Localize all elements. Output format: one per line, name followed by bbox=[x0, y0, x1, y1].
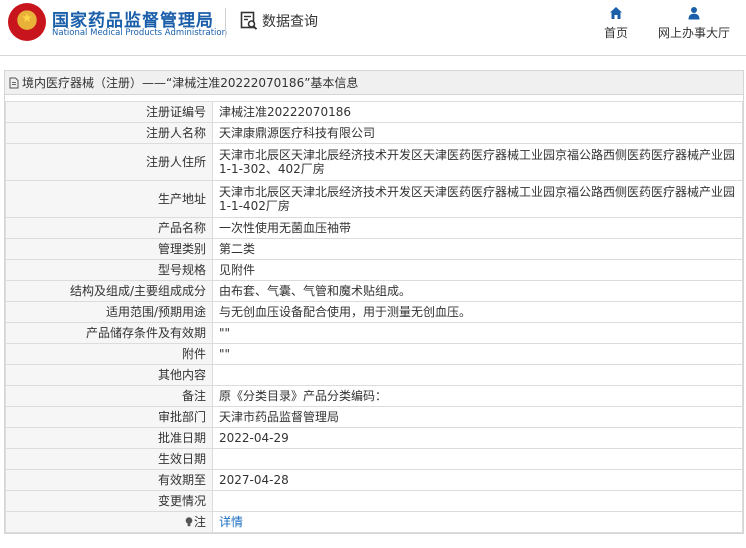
field-label: 产品名称 bbox=[5, 217, 213, 239]
table-row: 产品名称 一次性使用无菌血压袖带 bbox=[5, 217, 743, 239]
table-row-note: 注详情 bbox=[5, 511, 743, 533]
table-row: 注册证编号 津械注准20222070186 bbox=[5, 101, 743, 123]
user-icon bbox=[687, 6, 701, 20]
field-value: 天津市药品监督管理局 bbox=[212, 406, 743, 428]
document-icon bbox=[9, 77, 19, 89]
table-row: 注册人住所 天津市北辰区天津北辰经济技术开发区天津医药医疗器械工业园京福公路西侧医… bbox=[5, 143, 743, 181]
field-label: 生效日期 bbox=[5, 448, 213, 470]
data-query-label: 数据查询 bbox=[262, 14, 318, 30]
field-label: 有效期至 bbox=[5, 469, 213, 491]
field-label: 注册人名称 bbox=[5, 122, 213, 144]
field-label: 注册证编号 bbox=[5, 101, 213, 123]
data-query-link[interactable]: 数据查询 bbox=[240, 11, 318, 31]
note-label-cell: 注 bbox=[5, 511, 213, 533]
field-label: 管理类别 bbox=[5, 238, 213, 260]
field-value: 由布套、气囊、气管和魔术贴组成。 bbox=[212, 280, 743, 302]
lightbulb-icon bbox=[185, 516, 193, 527]
field-value: 2022-04-29 bbox=[212, 427, 743, 449]
field-label: 变更情况 bbox=[5, 490, 213, 512]
nav-home[interactable]: 首页 bbox=[596, 6, 636, 41]
field-label: 结构及组成/主要组成成分 bbox=[5, 280, 213, 302]
field-label: 批准日期 bbox=[5, 427, 213, 449]
field-value bbox=[212, 364, 743, 386]
field-value: 天津康鼎源医疗科技有限公司 bbox=[212, 122, 743, 144]
note-label: 注 bbox=[193, 515, 206, 529]
panel-header: 境内医疗器械（注册）——“津械注准20222070186”基本信息 bbox=[5, 71, 743, 95]
field-value: 津械注准20222070186 bbox=[212, 101, 743, 123]
home-icon bbox=[609, 6, 623, 20]
registration-info-table: 注册证编号 津械注准20222070186 注册人名称 天津康鼎源医疗科技有限公司 注册… bbox=[5, 101, 743, 533]
detail-panel: 境内医疗器械（注册）——“津械注准20222070186”基本信息 注册证编号津… bbox=[4, 70, 744, 534]
nav-hall-label: 网上办事大厅 bbox=[657, 26, 730, 40]
table-row: 生产地址 天津市北辰区天津北辰经济技术开发区天津医药医疗器械工业园京福公路西侧医药… bbox=[5, 180, 743, 218]
field-value: "" bbox=[212, 343, 743, 365]
field-value: 2027-04-28 bbox=[212, 469, 743, 491]
table-row: 型号规格 见附件 bbox=[5, 259, 743, 281]
table-row: 变更情况 bbox=[5, 490, 743, 512]
field-value: 天津市北辰区天津北辰经济技术开发区天津医药医疗器械工业园京福公路西侧医药医疗器械… bbox=[212, 143, 743, 181]
table-row: 审批部门 天津市药品监督管理局 bbox=[5, 406, 743, 428]
table-row: 适用范围/预期用途 与无创血压设备配合使用，用于测量无创血压。 bbox=[5, 301, 743, 323]
table-row: 有效期至 2027-04-28 bbox=[5, 469, 743, 491]
table-row: 其他内容 bbox=[5, 364, 743, 386]
document-search-icon bbox=[240, 11, 258, 31]
field-value: 第二类 bbox=[212, 238, 743, 260]
field-value: 天津市北辰区天津北辰经济技术开发区天津医药医疗器械工业园京福公路西侧医药医疗器械… bbox=[212, 180, 743, 218]
table-row: 生效日期 bbox=[5, 448, 743, 470]
site-header: 国家药品监督管理局 National Medical Products Admi… bbox=[0, 0, 746, 56]
table-row: 备注 原《分类目录》产品分类编码： bbox=[5, 385, 743, 407]
table-row: 结构及组成/主要组成成分 由布套、气囊、气管和魔术贴组成。 bbox=[5, 280, 743, 302]
field-value: 见附件 bbox=[212, 259, 743, 281]
field-label: 附件 bbox=[5, 343, 213, 365]
table-row: 批准日期 2022-04-29 bbox=[5, 427, 743, 449]
field-value: 与无创血压设备配合使用，用于测量无创血压。 bbox=[212, 301, 743, 323]
field-label: 其他内容 bbox=[5, 364, 213, 386]
panel-title: 境内医疗器械（注册）——“津械注准20222070186”基本信息 bbox=[22, 76, 359, 90]
field-value bbox=[212, 490, 743, 512]
field-value: 原《分类目录》产品分类编码： bbox=[212, 385, 743, 407]
header-divider bbox=[225, 8, 226, 38]
details-link[interactable]: 详情 bbox=[219, 515, 243, 529]
field-label: 产品储存条件及有效期 bbox=[5, 322, 213, 344]
field-label: 注册人住所 bbox=[5, 143, 213, 181]
field-label: 适用范围/预期用途 bbox=[5, 301, 213, 323]
field-label: 审批部门 bbox=[5, 406, 213, 428]
field-value: "" bbox=[212, 322, 743, 344]
field-value: 一次性使用无菌血压袖带 bbox=[212, 217, 743, 239]
table-row: 附件 "" bbox=[5, 343, 743, 365]
note-value-cell: 详情 bbox=[212, 511, 743, 533]
table-row: 管理类别 第二类 bbox=[5, 238, 743, 260]
national-emblem-logo bbox=[8, 3, 46, 41]
field-label: 型号规格 bbox=[5, 259, 213, 281]
nav-online-service-hall[interactable]: 网上办事大厅 bbox=[652, 6, 736, 41]
table-row: 产品储存条件及有效期 "" bbox=[5, 322, 743, 344]
field-value bbox=[212, 448, 743, 470]
table-row: 注册人名称 天津康鼎源医疗科技有限公司 bbox=[5, 122, 743, 144]
site-title-en: National Medical Products Administration bbox=[52, 28, 227, 38]
nav-home-label: 首页 bbox=[603, 26, 628, 40]
field-label: 生产地址 bbox=[5, 180, 213, 218]
field-label: 备注 bbox=[5, 385, 213, 407]
